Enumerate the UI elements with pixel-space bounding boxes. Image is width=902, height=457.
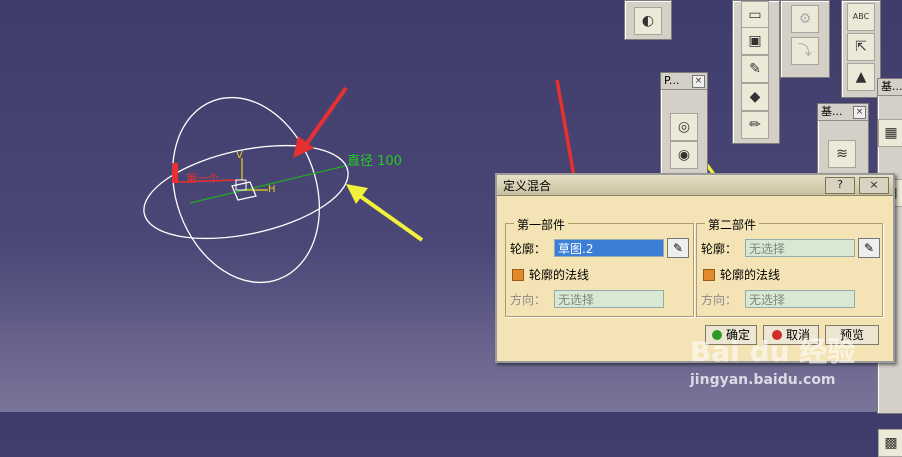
dialog-title: 定义混合 — [503, 178, 552, 193]
dimension-label: 直径 100 — [347, 154, 402, 169]
first-normal-checkbox[interactable] — [512, 268, 524, 281]
base-tool-3-icon[interactable]: ▩ — [878, 429, 902, 457]
second-profile-field[interactable]: 无选择 — [745, 239, 855, 257]
first-part-group: 第一部件 轮廓： 草图.2 ✎ 轮廓的法线 方向： 无选择 — [505, 216, 694, 317]
edit-icon[interactable]: ✎ — [741, 55, 769, 83]
grayed-tool-2-icon[interactable]: ⤵ — [791, 37, 819, 65]
ellipse-horizontal — [143, 144, 349, 240]
baidu-watermark: Bai du 经验 — [690, 335, 856, 368]
annotation-red-arrow — [303, 86, 348, 148]
help-button[interactable]: ? — [825, 176, 855, 194]
first-normal-label: 轮廓的法线 — [529, 268, 590, 282]
cube-icon[interactable]: ◆ — [741, 83, 769, 111]
second-part-legend: 第二部件 — [705, 216, 760, 233]
multisection-icon[interactable]: ◎ — [670, 113, 698, 141]
edit-sketch-icon[interactable]: ✎ — [858, 238, 880, 258]
pocket-icon[interactable]: ▣ — [741, 27, 769, 55]
toolbar-base-2-title: 基... — [878, 79, 902, 96]
blend-icon[interactable]: ◉ — [670, 141, 698, 169]
toolbar-profile: P... × ◎ ◉ — [660, 72, 708, 182]
first-profile-label: 轮廓： — [510, 241, 547, 256]
annotation-yellow-arrow — [358, 194, 424, 242]
flag-icon[interactable]: ⇱ — [847, 33, 875, 61]
base-tool-1-icon[interactable]: ▦ — [878, 119, 902, 147]
second-profile-label: 轮廓： — [701, 241, 738, 256]
toolbar-disabled: ⚙ ⤵ — [780, 0, 830, 78]
toolbar-sketch-tools: ▭ ▣ ✎ ◆ ✏ — [732, 0, 780, 144]
close-button[interactable]: × — [859, 176, 889, 194]
toolbar-base-1: 基... × ≋ — [817, 103, 869, 183]
sketch-label: 第一个 — [186, 172, 219, 185]
toolbar-tool-1-icon[interactable]: ▭ — [741, 1, 769, 29]
profile-marker — [172, 163, 178, 183]
first-part-legend: 第一部件 — [514, 216, 569, 233]
first-profile-field[interactable]: 草图.2 — [554, 239, 664, 257]
toolbar-annotations: ABC ⇱ ▲ — [841, 0, 881, 98]
pencil-icon[interactable]: ✏ — [741, 111, 769, 139]
second-direction-label: 方向： — [701, 292, 738, 307]
edit-sketch-icon[interactable]: ✎ — [667, 238, 689, 258]
first-direction-label: 方向： — [510, 292, 547, 307]
toolbar-top-small: ◐ — [624, 0, 672, 40]
second-normal-checkbox[interactable] — [703, 268, 715, 281]
part-icon[interactable]: ▲ — [847, 63, 875, 91]
surface-icon[interactable]: ≋ — [828, 140, 856, 168]
dialog-titlebar[interactable]: 定义混合 ? × — [497, 175, 893, 196]
text-abc-icon[interactable]: ABC — [847, 3, 875, 31]
spheres-icon[interactable]: ◐ — [634, 7, 662, 35]
axis-v-label: V — [236, 150, 243, 161]
close-icon[interactable]: × — [853, 106, 866, 119]
grayed-tool-1-icon[interactable]: ⚙ — [791, 5, 819, 33]
baidu-url: jingyan.baidu.com — [690, 372, 836, 388]
second-part-group: 第二部件 轮廓： 无选择 ✎ 轮廓的法线 方向： 无选择 — [696, 216, 883, 317]
second-direction-field[interactable]: 无选择 — [745, 290, 855, 308]
axis-h-label: H — [268, 184, 276, 195]
close-icon[interactable]: × — [692, 75, 705, 88]
first-direction-field[interactable]: 无选择 — [554, 290, 664, 308]
second-normal-label: 轮廓的法线 — [720, 268, 781, 282]
